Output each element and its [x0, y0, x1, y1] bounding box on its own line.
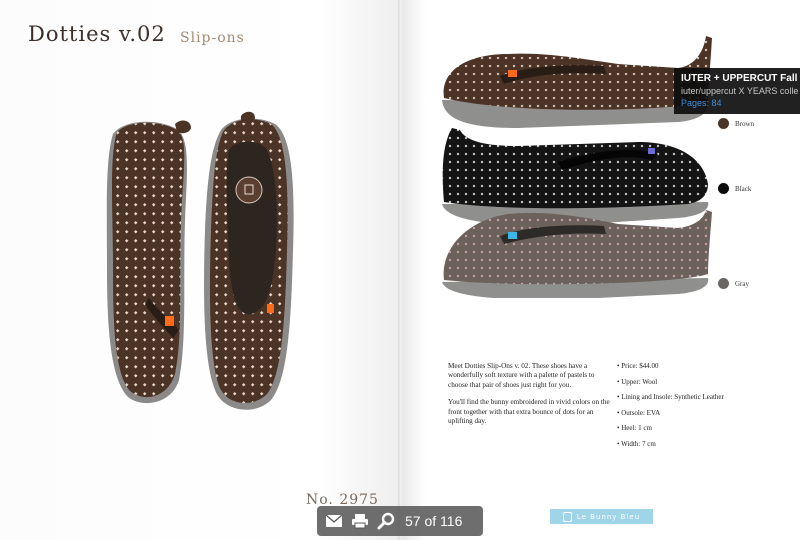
swatch-black: Black: [718, 183, 751, 194]
product-description: Meet Dotties Slip-Ons v. 02. These shoes…: [448, 362, 616, 434]
tooltip-subtitle: iuter/uppercut X YEARS colle: [681, 86, 799, 96]
swatch-label-brown: Brown: [735, 119, 755, 128]
print-button[interactable]: [347, 508, 373, 534]
brand-name: Le Bunny Bleu: [576, 512, 641, 521]
description-paragraph: Meet Dotties Slip-Ons v. 02. These shoes…: [448, 362, 595, 389]
product-subtitle: Slip-ons: [180, 30, 245, 46]
description-paragraph: You'll find the bunny embroidered in viv…: [448, 398, 610, 426]
brand-logo: Le Bunny Bleu: [550, 509, 653, 524]
shoe-pair-image: [106, 111, 294, 410]
spec-lining: Lining and Insole: Synthetic Leather: [617, 393, 787, 401]
swatch-label-black: Black: [735, 184, 752, 193]
product-specs: Price: $44.00 Upper: Wool Lining and Ins…: [617, 362, 787, 456]
black-shoe: [442, 128, 709, 226]
print-icon: [352, 514, 368, 529]
swatch-dot-gray: [718, 278, 729, 289]
bunny-logo-icon: [562, 511, 572, 522]
spec-outsole: Outsole: EVA: [617, 409, 787, 417]
product-title: Dotties v.02: [28, 22, 166, 46]
tooltip-pages: Pages: 84: [681, 98, 722, 108]
current-page: 57: [405, 513, 421, 529]
page-indicator[interactable]: 57 of 116: [405, 513, 462, 529]
brown-shoe: [442, 36, 712, 128]
spec-heel: Heel: 1 cm: [617, 424, 787, 432]
gray-shoe: [442, 210, 712, 298]
mail-icon: [325, 514, 343, 527]
total-pages: 116: [440, 513, 463, 529]
left-page: Dotties v.02 Slip-ons No. 2975: [0, 0, 400, 540]
page-of-label: of: [424, 513, 437, 529]
viewer-toolbar: 57 of 116: [317, 506, 483, 536]
left-shoe: [106, 120, 191, 404]
search-icon: [377, 512, 395, 530]
swatch-dot-brown: [718, 118, 729, 129]
swatch-label-gray: Gray: [735, 279, 749, 288]
tooltip-title: IUTER + UPPERCUT Fall wint: [681, 73, 800, 84]
swatch-gray: Gray: [718, 278, 749, 289]
swatch-dot-black: [718, 183, 729, 194]
right-shoe: [204, 111, 294, 410]
swatch-brown: Brown: [718, 118, 754, 129]
spec-price: Price: $44.00: [617, 362, 787, 370]
spec-width: Width: 7 cm: [617, 440, 787, 448]
publication-tooltip[interactable]: IUTER + UPPERCUT Fall wint iuter/uppercu…: [674, 68, 800, 114]
spec-upper: Upper: Wool: [617, 378, 787, 386]
search-button[interactable]: [373, 508, 399, 534]
email-button[interactable]: [321, 508, 347, 534]
